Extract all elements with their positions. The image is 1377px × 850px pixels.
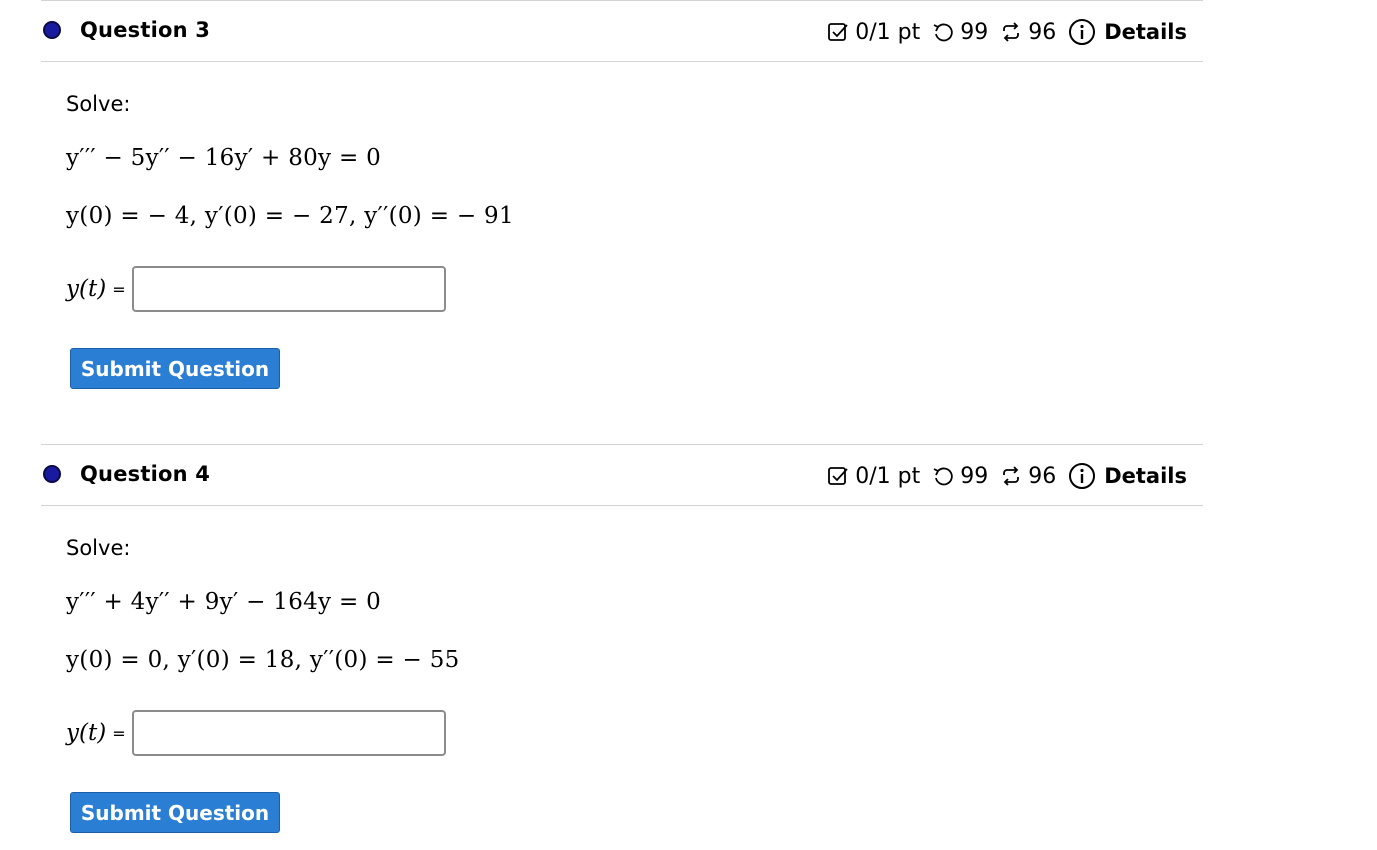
attempts-indicator: 96 <box>1000 464 1056 489</box>
differential-equation: y′′′ − 5y′′ − 16y′ + 80y = 0 <box>66 145 382 171</box>
retries-text: 99 <box>960 463 989 489</box>
initial-conditions: y(0) = − 4, y′(0) = − 27, y′′(0) = − 91 <box>66 203 514 229</box>
question-header: Question 4 0/1 pt 99 96 Details <box>41 444 1203 506</box>
question-title: Question 3 <box>80 18 211 42</box>
answer-row: y(t) = <box>66 710 446 756</box>
answer-input[interactable] <box>131 710 446 756</box>
submit-question-button[interactable]: Submit Question <box>70 348 280 389</box>
details-label[interactable]: Details <box>1104 20 1187 44</box>
question-3: Question 3 0/1 pt 99 96 Details Solve: y… <box>41 0 1203 389</box>
retries-indicator: 99 <box>932 464 988 489</box>
differential-equation: y′′′ + 4y′′ + 9y′ − 164y = 0 <box>66 589 382 615</box>
question-header: Question 3 0/1 pt 99 96 Details <box>41 0 1203 62</box>
undo-icon <box>932 21 954 43</box>
points-text: 0/1 pt <box>855 463 921 489</box>
details-link[interactable]: Details <box>1068 462 1187 490</box>
question-prompt: Solve: <box>66 92 131 116</box>
info-circle-icon[interactable] <box>1068 462 1096 490</box>
retry-arrows-icon <box>1000 465 1022 487</box>
submit-question-button[interactable]: Submit Question <box>70 792 280 833</box>
details-label[interactable]: Details <box>1104 464 1187 488</box>
retries-text: 99 <box>960 19 989 45</box>
checkbox-icon <box>827 465 849 487</box>
attempts-text: 96 <box>1028 463 1057 489</box>
info-circle-icon[interactable] <box>1068 18 1096 46</box>
points-text: 0/1 pt <box>855 19 921 45</box>
answer-equals: = <box>112 723 126 743</box>
points-indicator: 0/1 pt <box>827 20 920 45</box>
question-4: Question 4 0/1 pt 99 96 Details Solve: y… <box>41 444 1203 833</box>
attempts-text: 96 <box>1028 19 1057 45</box>
answer-equals: = <box>112 279 126 299</box>
points-indicator: 0/1 pt <box>827 464 920 489</box>
question-title: Question 4 <box>80 462 211 486</box>
question-prompt: Solve: <box>66 536 131 560</box>
status-dot <box>43 465 61 483</box>
retry-arrows-icon <box>1000 21 1022 43</box>
undo-icon <box>932 465 954 487</box>
retries-indicator: 99 <box>932 20 988 45</box>
answer-label: y(t) <box>66 276 107 302</box>
checkbox-icon <box>827 21 849 43</box>
answer-label: y(t) <box>66 720 107 746</box>
answer-input[interactable] <box>131 266 446 312</box>
status-dot <box>43 21 61 39</box>
question-meta: 0/1 pt 99 96 Details <box>827 18 1187 46</box>
attempts-indicator: 96 <box>1000 20 1056 45</box>
question-meta: 0/1 pt 99 96 Details <box>827 462 1187 490</box>
details-link[interactable]: Details <box>1068 18 1187 46</box>
answer-row: y(t) = <box>66 266 446 312</box>
initial-conditions: y(0) = 0, y′(0) = 18, y′′(0) = − 55 <box>66 647 460 673</box>
